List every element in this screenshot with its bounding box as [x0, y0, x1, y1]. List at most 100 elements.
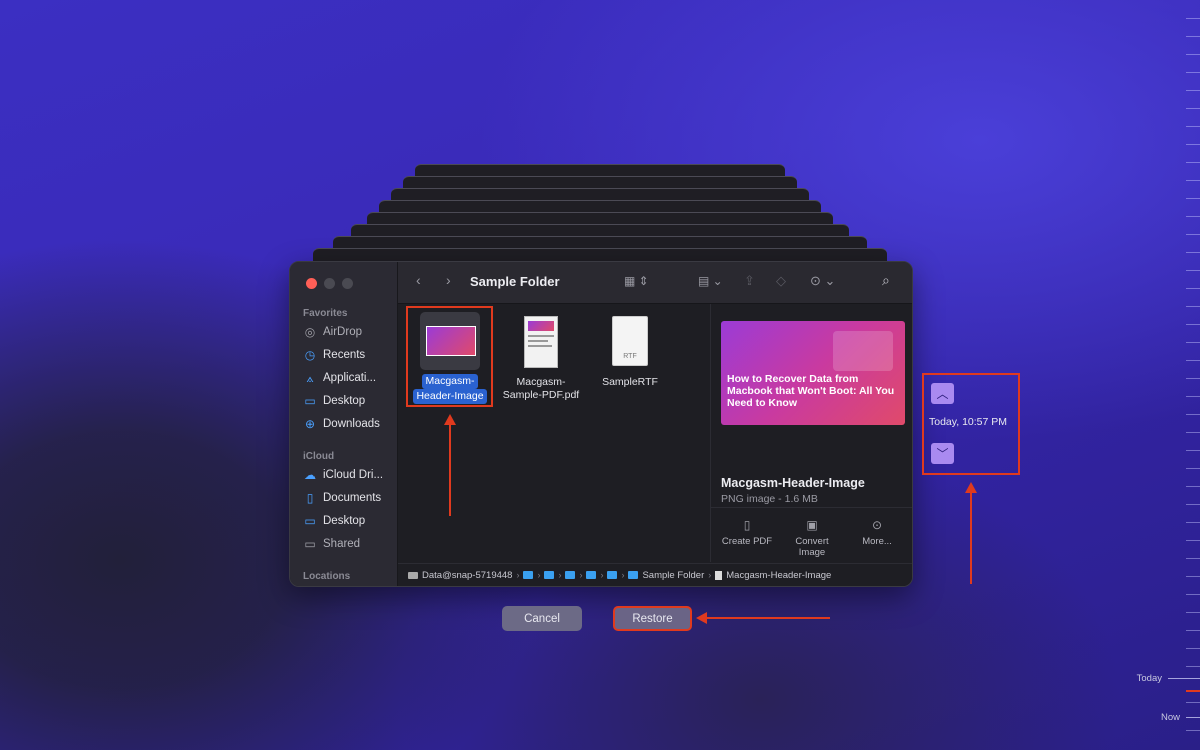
action-label-line2: Image	[798, 547, 826, 558]
path-root[interactable]: Data@snap-5719448	[422, 570, 512, 581]
cancel-button[interactable]: Cancel	[502, 606, 582, 631]
sidebar-item-label: Downloads	[323, 418, 380, 430]
zoom-window-button[interactable]	[342, 278, 353, 289]
sidebar-item-label: AirDrop	[323, 326, 362, 338]
convert-image-button[interactable]: ▣ Convert Image	[783, 518, 841, 558]
folder-icon[interactable]	[523, 571, 534, 579]
folder-icon[interactable]	[586, 571, 597, 579]
file-item-sample-rtf[interactable]: RTF SampleRTF	[590, 316, 670, 389]
chevron-right-icon: ›	[708, 570, 712, 580]
previous-snapshot-button[interactable]: ︿	[931, 383, 954, 404]
restore-button[interactable]: Restore	[613, 606, 692, 631]
more-button[interactable]: ⊙ More...	[849, 518, 905, 547]
chevron-up-icon: ︿	[936, 387, 949, 401]
file-grid: Macgasm- Header-Image Macgasm- Sample-PD…	[398, 304, 710, 562]
path-folder[interactable]: Sample Folder	[642, 570, 704, 581]
sidebar: Favorites ◎ AirDrop ◷ Recents ⟑ Applicat…	[290, 262, 398, 586]
preview-image-headline: How to Recover Data from Macbook that Wo…	[727, 373, 895, 409]
file-name-line2: Sample-PDF.pdf	[502, 389, 580, 401]
quick-actions: ▯ Create PDF ▣ Convert Image ⊙ More...	[711, 507, 912, 563]
chevron-right-icon: ›	[621, 570, 625, 580]
sidebar-item-icloud-desktop[interactable]: ▭ Desktop	[303, 511, 365, 531]
sidebar-item-label: Shared	[323, 538, 361, 550]
sidebar-item-documents[interactable]: ▯ Documents	[303, 488, 381, 508]
sidebar-item-airdrop[interactable]: ◎ AirDrop	[303, 322, 362, 342]
image-icon: ▣	[806, 518, 818, 532]
sidebar-section-favorites: Favorites	[303, 308, 348, 319]
window-title: Sample Folder	[470, 274, 560, 289]
forward-chevron-icon[interactable]: ›	[446, 272, 451, 288]
path-file[interactable]: Macgasm-Header-Image	[726, 570, 831, 581]
folder-icon[interactable]	[544, 571, 555, 579]
chevron-right-icon: ›	[537, 570, 541, 580]
finder-window: Favorites ◎ AirDrop ◷ Recents ⟑ Applicat…	[289, 261, 913, 587]
file-item-header-image[interactable]: Macgasm- Header-Image	[410, 312, 490, 404]
action-label: Create PDF	[721, 536, 773, 547]
more-actions-icon[interactable]: ⊙ ⌄	[810, 273, 835, 289]
shared-folder-icon: ▭	[304, 537, 316, 551]
next-snapshot-button[interactable]: ﹀	[931, 443, 954, 464]
preview-file-name: Macgasm-Header-Image	[721, 476, 865, 490]
share-icon[interactable]: ⇪	[744, 273, 755, 289]
minimize-window-button[interactable]	[324, 278, 335, 289]
file-name-line1: Macgasm-	[422, 374, 478, 389]
chevron-down-icon: ﹀	[936, 447, 949, 461]
timeline-label-now: Now	[1160, 712, 1180, 723]
download-icon: ⊕	[304, 417, 316, 431]
sidebar-item-label: Applicati...	[323, 372, 377, 384]
chevron-right-icon: ›	[579, 570, 583, 580]
action-label: More...	[862, 536, 892, 547]
rtf-document-icon: RTF	[612, 316, 648, 366]
desktop-icon: ▭	[304, 394, 316, 408]
clock-icon: ◷	[304, 348, 316, 362]
airdrop-icon: ◎	[304, 325, 316, 339]
file-icon	[715, 570, 723, 580]
preview-image: How to Recover Data from Macbook that Wo…	[721, 321, 905, 425]
preview-pane: How to Recover Data from Macbook that Wo…	[710, 304, 912, 562]
image-thumbnail	[420, 312, 480, 370]
desktop-icon: ▭	[304, 514, 316, 528]
ellipsis-icon: ⊙	[871, 518, 883, 532]
folder-icon[interactable]	[565, 571, 576, 579]
search-icon[interactable]: ⌕	[882, 272, 890, 289]
snapshot-navigator: ︿ Today, 10:57 PM ﹀	[922, 373, 1020, 475]
pdf-icon: ▯	[743, 518, 751, 532]
back-chevron-icon[interactable]: ‹	[416, 272, 421, 288]
chevron-right-icon: ›	[516, 570, 520, 580]
toolbar: ‹ › Sample Folder ▦ ⇕ ▤ ⌄ ⇪ ◇ ⊙ ⌄ ⌕	[398, 262, 912, 304]
view-grid-icon[interactable]: ▦ ⇕	[624, 274, 649, 288]
sidebar-item-desktop[interactable]: ▭ Desktop	[303, 391, 365, 411]
sidebar-item-label: Documents	[323, 492, 382, 504]
folder-icon[interactable]	[607, 571, 618, 579]
file-item-sample-pdf[interactable]: Macgasm- Sample-PDF.pdf	[496, 316, 586, 402]
rtf-badge: RTF	[623, 353, 637, 360]
group-by-icon[interactable]: ▤ ⌄	[698, 274, 723, 288]
folder-icon	[628, 571, 639, 579]
sidebar-item-applications[interactable]: ⟑ Applicati...	[303, 368, 376, 388]
sidebar-item-label: Desktop	[323, 515, 366, 527]
window-controls	[306, 278, 353, 289]
sidebar-item-shared[interactable]: ▭ Shared	[303, 534, 360, 554]
sidebar-item-label: Desktop	[323, 395, 366, 407]
sidebar-item-downloads[interactable]: ⊕ Downloads	[303, 414, 380, 434]
sidebar-section-icloud: iCloud	[303, 451, 335, 462]
sidebar-item-recents[interactable]: ◷ Recents	[303, 345, 365, 365]
close-window-button[interactable]	[306, 278, 317, 289]
file-name-line2: Header-Image	[413, 389, 487, 404]
chevron-right-icon: ›	[600, 570, 604, 580]
create-pdf-button[interactable]: ▯ Create PDF	[719, 518, 775, 547]
tag-icon[interactable]: ◇	[776, 273, 786, 289]
sidebar-item-label: Recents	[323, 349, 366, 361]
applications-icon: ⟑	[306, 370, 314, 385]
sidebar-item-icloud-drive[interactable]: ☁ iCloud Dri...	[303, 465, 383, 485]
cloud-icon: ☁	[304, 468, 316, 482]
file-name-line1: SampleRTF	[602, 376, 658, 388]
sidebar-item-label: iCloud Dri...	[323, 469, 384, 481]
sidebar-section-locations: Locations	[303, 571, 351, 582]
preview-file-meta: PNG image - 1.6 MB	[721, 493, 818, 505]
pdf-thumbnail	[524, 316, 558, 368]
path-bar: Data@snap-5719448 › › › › › › Sample Fol…	[398, 563, 912, 586]
action-label-line1: Convert	[795, 536, 829, 547]
timeline-label-today: Today	[1136, 673, 1162, 684]
drive-icon	[408, 571, 418, 579]
